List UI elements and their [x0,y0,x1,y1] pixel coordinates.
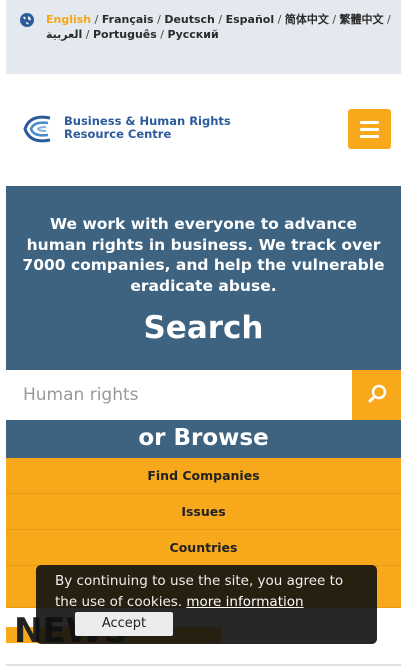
search-button[interactable] [352,370,401,420]
language-link-deutsch[interactable]: Deutsch [164,13,215,26]
search-input[interactable] [6,370,352,420]
language-link-portuguese[interactable]: Português [93,28,157,41]
more-information-link[interactable]: more information [186,594,303,610]
language-current[interactable]: English [46,13,91,26]
divider [6,664,401,666]
language-link-russian[interactable]: Русский [168,28,219,41]
logo-line-2: Resource Centre [64,127,172,141]
language-list: English / Français / Deutsch / Español /… [46,13,391,41]
hamburger-menu-button[interactable] [348,109,391,149]
hero-title: Search [143,310,264,346]
language-link-arabic[interactable]: العربية [46,28,82,41]
hero-banner: We work with everyone to advance human r… [6,186,401,370]
language-link-espanol[interactable]: Español [226,13,275,26]
language-link-francais[interactable]: Français [102,13,154,26]
language-link-traditional-chinese[interactable]: 繁體中文 [340,13,384,26]
logo-icon[interactable] [20,112,54,146]
cookie-message: By continuing to use the site, you agree… [55,571,367,613]
logo-text[interactable]: Business & Human Rights Resource Centre [64,115,231,141]
browse-item-countries[interactable]: Countries [6,530,401,566]
language-bar: English / Français / Deutsch / Español /… [6,0,401,74]
browse-item-issues[interactable]: Issues [6,494,401,530]
accept-cookies-button[interactable]: Accept [75,612,173,636]
hero-text: We work with everyone to advance human r… [22,215,385,295]
search-icon [368,384,387,403]
globe-icon [20,13,34,27]
cookie-banner: By continuing to use the site, you agree… [36,565,377,644]
site-header: Business & Human Rights Resource Centre [6,74,401,186]
browse-heading: or Browse [6,420,401,458]
search-bar [6,370,401,420]
language-link-simplified-chinese[interactable]: 简体中文 [285,13,329,26]
browse-item-find-companies[interactable]: Find Companies [6,458,401,494]
